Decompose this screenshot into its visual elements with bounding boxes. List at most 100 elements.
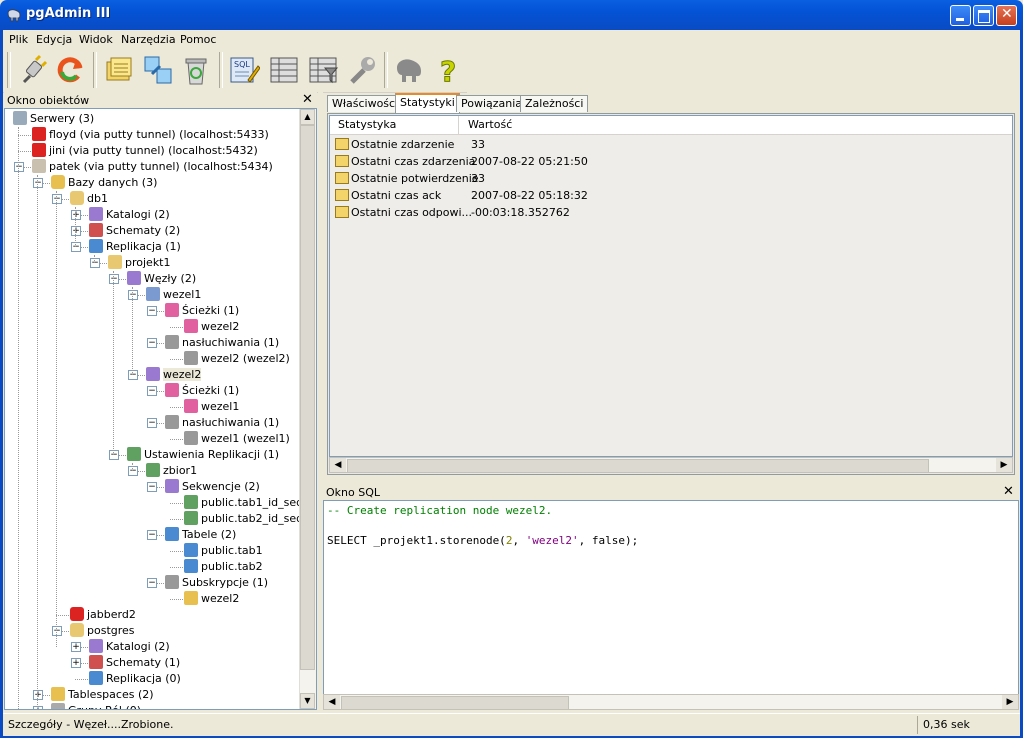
collapse-icon[interactable]: − bbox=[147, 306, 157, 316]
stored-proc-icon[interactable] bbox=[393, 54, 425, 86]
collapse-icon[interactable]: − bbox=[147, 578, 157, 588]
scroll-left-icon[interactable]: ◀ bbox=[330, 458, 346, 472]
tree-item[interactable]: floyd (via putty tunnel) (localhost:5433… bbox=[32, 127, 269, 143]
minimize-button[interactable] bbox=[950, 5, 971, 26]
title-bar[interactable] bbox=[0, 0, 1023, 30]
collapse-icon[interactable]: − bbox=[52, 194, 62, 204]
collapse-icon[interactable]: − bbox=[109, 274, 119, 284]
collapse-icon[interactable]: − bbox=[109, 450, 119, 460]
tree-item[interactable]: wezel2 bbox=[184, 319, 239, 335]
drop-icon[interactable] bbox=[180, 54, 212, 86]
menu-edycja[interactable]: Edycja bbox=[36, 33, 72, 46]
scroll-up-icon[interactable]: ▲ bbox=[300, 109, 315, 125]
collapse-icon[interactable]: − bbox=[147, 530, 157, 540]
tree-item[interactable]: jabberd2 bbox=[70, 607, 136, 623]
tab-powiazania[interactable]: Powiązania bbox=[456, 95, 528, 112]
scroll-down-icon[interactable]: ▼ bbox=[300, 693, 315, 709]
column-header-statystyka[interactable]: Statystyka bbox=[330, 116, 458, 135]
object-panel-close-icon[interactable]: ✕ bbox=[302, 92, 313, 107]
menu-narzedzia[interactable]: Narzędzia bbox=[121, 33, 176, 46]
tree-item[interactable]: Grupy Ról (0) bbox=[51, 703, 141, 709]
statistics-list[interactable]: Statystyka Wartość Ostatnie zdarzenie 33 O… bbox=[329, 115, 1013, 457]
tree-item[interactable]: Ustawienia Replikacji (1) bbox=[127, 447, 279, 463]
tree-item[interactable]: db1 bbox=[70, 191, 108, 207]
collapse-icon[interactable]: − bbox=[147, 482, 157, 492]
tree-item[interactable]: wezel2 bbox=[146, 367, 202, 383]
statistics-row[interactable]: Ostatni czas ack 2007-08-22 05:18:32 bbox=[330, 187, 1012, 204]
horizontal-splitter[interactable] bbox=[323, 477, 1019, 483]
collapse-icon[interactable]: − bbox=[147, 418, 157, 428]
tree-item[interactable]: Subskrypcje (1) bbox=[165, 575, 268, 591]
tree-item[interactable]: Katalogi (2) bbox=[89, 639, 170, 655]
menu-pomoc[interactable]: Pomoc bbox=[180, 33, 216, 46]
statistics-row[interactable]: Ostatnie zdarzenie 33 bbox=[330, 136, 1012, 153]
tree-item[interactable]: jini (via putty tunnel) (localhost:5432) bbox=[32, 143, 258, 159]
tree-item[interactable]: wezel2 (wezel2) bbox=[184, 351, 290, 367]
menu-plik[interactable]: Plik bbox=[9, 33, 28, 46]
tree-item[interactable]: public.tab2 bbox=[184, 559, 263, 575]
collapse-icon[interactable]: − bbox=[128, 370, 138, 380]
collapse-icon[interactable]: − bbox=[52, 626, 62, 636]
statistics-row[interactable]: Ostatni czas odpowi... -00:03:18.352762 bbox=[330, 204, 1012, 221]
connect-icon[interactable] bbox=[16, 54, 48, 86]
collapse-icon[interactable]: − bbox=[128, 466, 138, 476]
collapse-icon[interactable]: − bbox=[128, 290, 138, 300]
create-icon[interactable] bbox=[142, 54, 174, 86]
help-icon[interactable]: ? bbox=[433, 54, 465, 87]
object-browser-tree[interactable]: −−−++−−−−−−−−−−−−−−−++++ Serwery (3)floy… bbox=[4, 108, 317, 710]
tree-item[interactable]: postgres bbox=[70, 623, 135, 639]
expand-icon[interactable]: + bbox=[71, 642, 81, 652]
tab-wlasciwosci[interactable]: Właściwości bbox=[327, 95, 404, 112]
column-header-wartosc[interactable]: Wartość bbox=[458, 116, 1012, 135]
expand-icon[interactable]: + bbox=[71, 658, 81, 668]
tree-item[interactable]: patek (via putty tunnel) (localhost:5434… bbox=[32, 159, 273, 175]
collapse-icon[interactable]: − bbox=[71, 242, 81, 252]
expand-icon[interactable]: + bbox=[33, 690, 43, 700]
sql-icon[interactable]: SQL bbox=[228, 54, 260, 86]
tree-item[interactable]: zbior1 bbox=[146, 463, 197, 479]
tree-item[interactable]: Replikacja (0) bbox=[89, 671, 181, 687]
sql-editor[interactable]: -- Create replication node wezel2. SELEC… bbox=[323, 500, 1019, 710]
tree-item[interactable]: nasłuchiwania (1) bbox=[165, 415, 279, 431]
tree-item[interactable]: public.tab1 bbox=[184, 543, 263, 559]
collapse-icon[interactable]: − bbox=[33, 178, 43, 188]
statistics-row[interactable]: Ostatnie potwierdzenie 33 bbox=[330, 170, 1012, 187]
refresh-icon[interactable] bbox=[54, 54, 86, 86]
statistics-hscrollbar[interactable]: ◀ ▶ bbox=[329, 457, 1013, 473]
tree-item[interactable]: Schematy (1) bbox=[89, 655, 180, 671]
tree-item[interactable]: wezel1 bbox=[184, 399, 239, 415]
expand-icon[interactable]: + bbox=[33, 706, 43, 709]
scroll-thumb[interactable] bbox=[347, 459, 929, 473]
tree-item[interactable]: wezel2 bbox=[184, 591, 239, 607]
expand-icon[interactable]: + bbox=[71, 210, 81, 220]
close-button[interactable]: ✕ bbox=[996, 5, 1017, 26]
maintenance-icon[interactable] bbox=[346, 54, 378, 86]
tree-item[interactable]: Ścieżki (1) bbox=[165, 383, 239, 399]
tree-item[interactable]: Ścieżki (1) bbox=[165, 303, 239, 319]
sql-panel-close-icon[interactable]: ✕ bbox=[1003, 484, 1014, 499]
scroll-thumb[interactable] bbox=[341, 696, 569, 710]
collapse-icon[interactable]: − bbox=[147, 386, 157, 396]
collapse-icon[interactable]: − bbox=[90, 258, 100, 268]
expand-icon[interactable]: + bbox=[71, 226, 81, 236]
menu-widok[interactable]: Widok bbox=[79, 33, 113, 46]
tree-item[interactable]: Węzły (2) bbox=[127, 271, 196, 287]
tree-item[interactable]: Sekwencje (2) bbox=[165, 479, 260, 495]
tree-item[interactable]: Bazy danych (3) bbox=[51, 175, 157, 191]
filtered-data-icon[interactable] bbox=[307, 54, 339, 86]
tree-item[interactable]: Schematy (2) bbox=[89, 223, 180, 239]
tree-item[interactable]: Serwery (3) bbox=[13, 111, 94, 127]
scroll-right-icon[interactable]: ▶ bbox=[1002, 695, 1018, 709]
tree-item[interactable]: Tablespaces (2) bbox=[51, 687, 154, 703]
tree-item[interactable]: public.tab2_id_seq bbox=[184, 511, 303, 527]
properties-icon[interactable] bbox=[103, 54, 135, 86]
tree-item[interactable]: projekt1 bbox=[108, 255, 171, 271]
tree-item[interactable]: wezel1 (wezel1) bbox=[184, 431, 290, 447]
statistics-row[interactable]: Ostatni czas zdarzenia 2007-08-22 05:21:5… bbox=[330, 153, 1012, 170]
collapse-icon[interactable]: − bbox=[147, 338, 157, 348]
sql-hscrollbar[interactable]: ◀ ▶ bbox=[323, 694, 1019, 710]
object-tree-scrollbar[interactable]: ▲ ▼ bbox=[299, 109, 316, 709]
tab-zaleznosci[interactable]: Zależności bbox=[520, 95, 589, 112]
tree-item[interactable]: Tabele (2) bbox=[165, 527, 236, 543]
tree-item[interactable]: wezel1 bbox=[146, 287, 201, 303]
